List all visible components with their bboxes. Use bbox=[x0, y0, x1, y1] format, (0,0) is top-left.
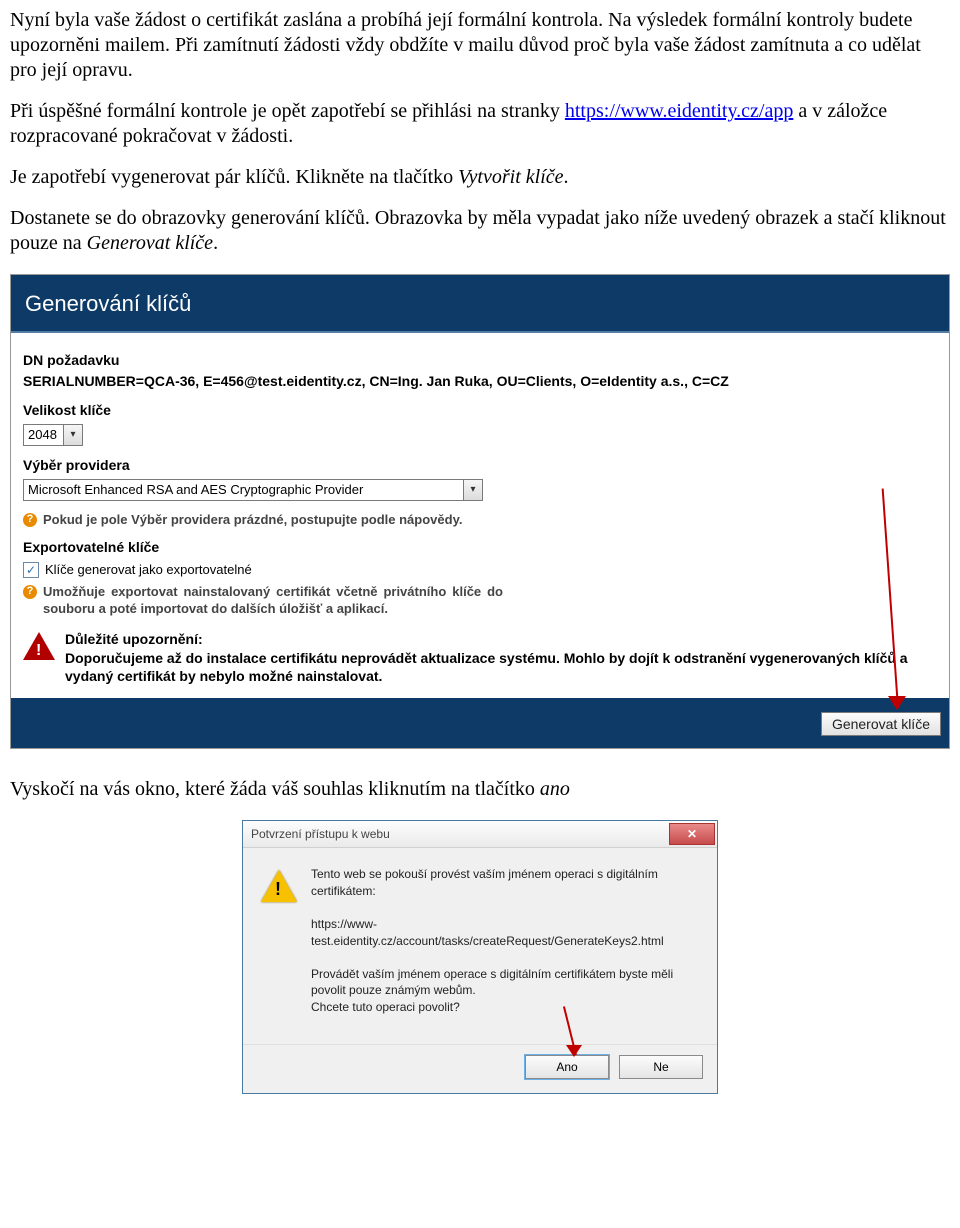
keygen-screenshot: Generování klíčů DN požadavku SERIALNUMB… bbox=[10, 274, 950, 749]
yes-button[interactable]: Ano bbox=[525, 1055, 609, 1079]
close-icon[interactable]: ✕ bbox=[669, 823, 715, 845]
paragraph-3: Je zapotřebí vygenerovat pár klíčů. Klik… bbox=[10, 165, 950, 190]
generate-keys-button[interactable]: Generovat klíče bbox=[821, 712, 941, 736]
keygen-title: Generování klíčů bbox=[11, 275, 949, 333]
confirm-dialog-screenshot: Potvrzení přístupu k webu ✕ Tento web se… bbox=[242, 820, 718, 1094]
no-button[interactable]: Ne bbox=[619, 1055, 703, 1079]
help-icon: ? bbox=[23, 585, 37, 599]
export-checkbox-label: Klíče generovat jako exportovatelné bbox=[45, 561, 252, 579]
provider-select[interactable]: Microsoft Enhanced RSA and AES Cryptogra… bbox=[23, 479, 483, 501]
paragraph-3-emph: Vytvořit klíče bbox=[458, 166, 563, 188]
paragraph-5: Vyskočí na vás okno, které žáda váš souh… bbox=[10, 777, 950, 802]
export-hint: Umožňuje exportovat nainstalovaný certif… bbox=[43, 583, 503, 618]
dialog-title: Potvrzení přístupu k webu bbox=[251, 827, 390, 841]
dialog-line-3: Chcete tuto operaci povolit? bbox=[311, 1000, 460, 1014]
paragraph-4b: . bbox=[213, 232, 218, 254]
warning-icon bbox=[261, 870, 297, 902]
provider-value: Microsoft Enhanced RSA and AES Cryptogra… bbox=[24, 481, 463, 499]
chevron-down-icon: ▾ bbox=[463, 480, 482, 500]
eidentity-link[interactable]: https://www.eidentity.cz/app bbox=[565, 100, 793, 122]
paragraph-3b: . bbox=[564, 166, 569, 188]
paragraph-4: Dostanete se do obrazovky generování klí… bbox=[10, 206, 950, 256]
keysize-select[interactable]: 2048 ▾ bbox=[23, 424, 83, 446]
paragraph-2a: Při úspěšné formální kontrole je opět za… bbox=[10, 100, 565, 122]
export-checkbox[interactable]: ✓ bbox=[23, 562, 39, 578]
help-icon: ? bbox=[23, 513, 37, 527]
dn-label: DN požadavku bbox=[23, 351, 937, 370]
warning-title: Důležité upozornění: bbox=[65, 630, 937, 649]
paragraph-5-emph: ano bbox=[540, 778, 570, 800]
paragraph-4-emph: Generovat klíče bbox=[87, 232, 213, 254]
dialog-line-1: Tento web se pokouší provést vaším jméne… bbox=[311, 866, 699, 900]
paragraph-1: Nyní byla vaše žádost o certifikát zaslá… bbox=[10, 8, 950, 83]
dn-value: SERIALNUMBER=QCA-36, E=456@test.eidentit… bbox=[23, 372, 937, 391]
provider-label: Výběr providera bbox=[23, 456, 937, 475]
keysize-value: 2048 bbox=[24, 426, 63, 444]
keysize-label: Velikost klíče bbox=[23, 401, 937, 420]
paragraph-3a: Je zapotřebí vygenerovat pár klíčů. Klik… bbox=[10, 166, 458, 188]
chevron-down-icon: ▾ bbox=[63, 425, 82, 445]
warning-icon bbox=[23, 632, 55, 660]
warning-body: Doporučujeme až do instalace certifikátu… bbox=[65, 649, 937, 687]
dialog-url: https://www-test.eidentity.cz/account/ta… bbox=[311, 916, 699, 950]
paragraph-5a: Vyskočí na vás okno, které žáda váš souh… bbox=[10, 778, 540, 800]
export-label: Exportovatelné klíče bbox=[23, 538, 937, 557]
paragraph-2: Při úspěšné formální kontrole je opět za… bbox=[10, 99, 950, 149]
provider-hint: Pokud je pole Výběr providera prázdné, p… bbox=[43, 511, 462, 529]
dialog-line-2: Provádět vaším jménem operace s digitáln… bbox=[311, 967, 673, 998]
